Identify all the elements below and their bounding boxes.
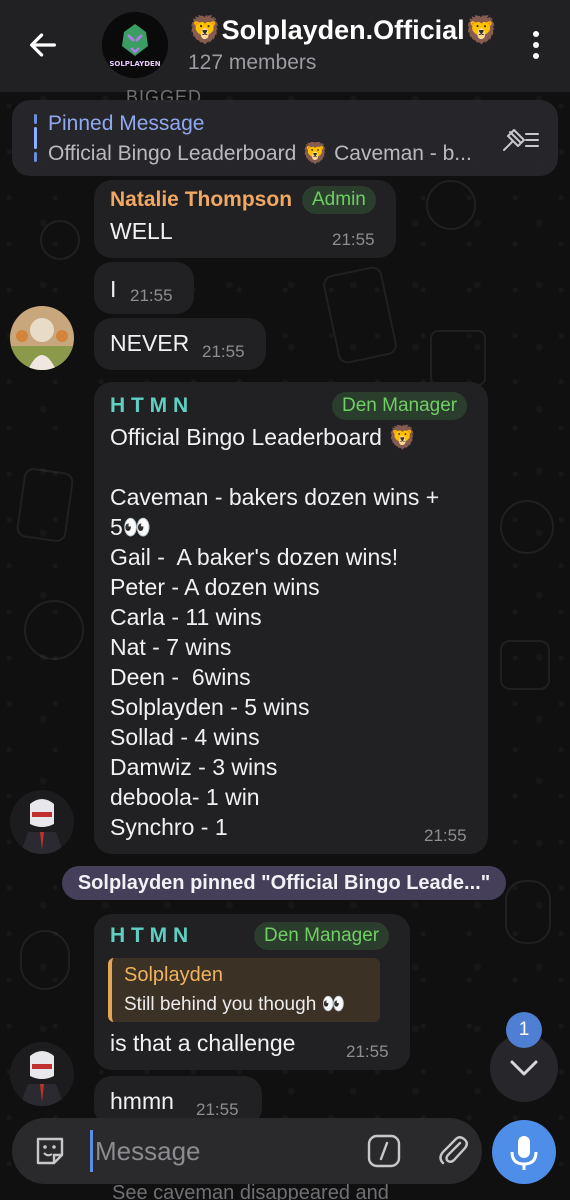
message-time: 21:55 — [196, 1100, 239, 1119]
unread-badge: 1 — [506, 1012, 542, 1048]
mic-icon — [510, 1136, 538, 1170]
command-icon[interactable] — [366, 1133, 402, 1169]
svg-text:SOLPLAYDEN: SOLPLAYDEN — [109, 60, 160, 68]
message-text: Official Bingo Leaderboard 🦁 Caveman - b… — [110, 424, 440, 840]
den-manager-badge: Den Manager — [254, 922, 390, 950]
htmn-avatar[interactable] — [10, 1042, 74, 1106]
group-title[interactable]: 🦁Solplayden.Official🦁 — [188, 14, 498, 46]
htmn-avatar[interactable] — [10, 790, 74, 854]
message-bubble[interactable]: NEVER 21:55 — [94, 318, 266, 370]
voice-record-button[interactable] — [492, 1120, 556, 1184]
message-text: hmmn — [110, 1088, 174, 1114]
message-bubble[interactable]: H T M N Den Manager Solplayden Still beh… — [94, 914, 410, 1070]
message-time: 21:55 — [332, 230, 375, 249]
message-text: I — [110, 276, 117, 302]
den-manager-badge: Den Manager — [332, 392, 468, 420]
attach-icon[interactable] — [434, 1131, 472, 1169]
message-time: 21:55 — [346, 1042, 389, 1061]
member-count: 127 members — [188, 51, 317, 74]
message-bubble[interactable]: H T M N Den Manager Official Bingo Leade… — [94, 382, 488, 854]
admin-badge: Admin — [302, 186, 376, 214]
pinned-service-message: Solplayden pinned "Official Bingo Leade.… — [62, 866, 506, 900]
message-text: WELL — [110, 218, 173, 244]
group-avatar[interactable]: SOLPLAYDEN — [102, 12, 168, 78]
sticker-icon[interactable] — [32, 1133, 68, 1169]
message-bubble[interactable]: I 21:55 — [94, 262, 194, 314]
next-message-peek: See caveman disappeared and — [112, 1182, 389, 1200]
message-text: NEVER — [110, 330, 190, 356]
message-text: is that a challenge — [110, 1030, 296, 1056]
message-time: 21:55 — [202, 342, 245, 361]
more-vertical-icon[interactable] — [532, 30, 540, 60]
natalie-avatar[interactable] — [10, 306, 74, 370]
message-time: 21:55 — [424, 826, 467, 845]
sender-name[interactable]: H T M N — [110, 924, 188, 948]
message-bubble[interactable]: Natalie Thompson Admin WELL 21:55 — [94, 180, 396, 258]
pinned-message-bar[interactable]: Pinned Message Official Bingo Leaderboar… — [12, 100, 558, 176]
reply-quote[interactable]: Solplayden Still behind you though 👀 — [108, 958, 380, 1022]
pinned-title: Pinned Message — [48, 112, 205, 135]
sender-name[interactable]: Natalie Thompson — [110, 188, 292, 212]
unpin-icon[interactable] — [500, 124, 540, 154]
pinned-preview: Official Bingo Leaderboard 🦁 Caveman - b… — [48, 142, 472, 165]
sender-name[interactable]: H T M N — [110, 394, 188, 418]
pinned-indicator — [34, 114, 37, 162]
back-arrow-icon[interactable] — [26, 28, 60, 62]
message-input-bar — [12, 1118, 482, 1184]
message-input[interactable] — [90, 1130, 330, 1172]
message-time: 21:55 — [130, 286, 173, 305]
chat-header: SOLPLAYDEN 🦁Solplayden.Official🦁 127 mem… — [0, 0, 570, 92]
reply-sender: Solplayden — [124, 964, 223, 986]
reply-text: Still behind you though 👀 — [124, 994, 346, 1015]
